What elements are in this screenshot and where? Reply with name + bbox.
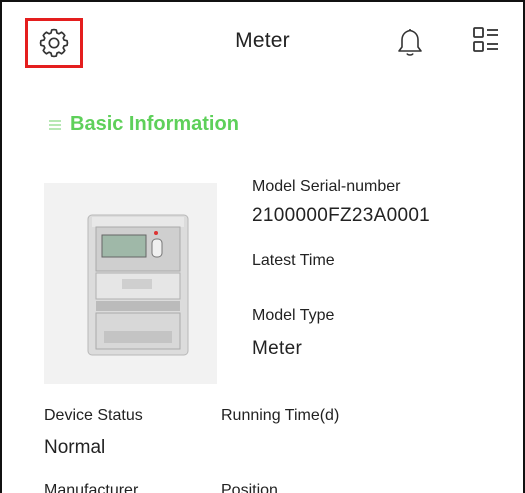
list-lines-icon <box>49 119 61 130</box>
section-title: Basic Information <box>70 113 239 135</box>
latest-time-label: Latest Time <box>252 252 335 269</box>
bell-icon <box>398 29 422 56</box>
serial-value: 2100000FZ23A0001 <box>252 205 431 226</box>
meter-picture <box>87 214 189 356</box>
device-status-label: Device Status <box>44 407 143 424</box>
notifications-button[interactable] <box>395 26 425 58</box>
meter-image <box>44 183 217 384</box>
grid-list-icon <box>473 27 498 52</box>
position-label: Position <box>221 482 278 493</box>
model-type-label: Model Type <box>252 307 335 324</box>
top-bar: Meter <box>2 2 523 84</box>
running-time-label: Running Time(d) <box>221 407 340 424</box>
manufacturer-label: Manufacturer <box>44 482 139 493</box>
section-heading: Basic Information <box>48 113 239 136</box>
menu-button[interactable] <box>472 26 500 54</box>
serial-label: Model Serial-number <box>252 178 401 195</box>
device-status-value: Normal <box>44 437 106 458</box>
app-frame: Meter Basic Information Model Serial-num… <box>0 0 525 493</box>
model-type-value: Meter <box>252 338 303 359</box>
page-title: Meter <box>235 29 290 52</box>
